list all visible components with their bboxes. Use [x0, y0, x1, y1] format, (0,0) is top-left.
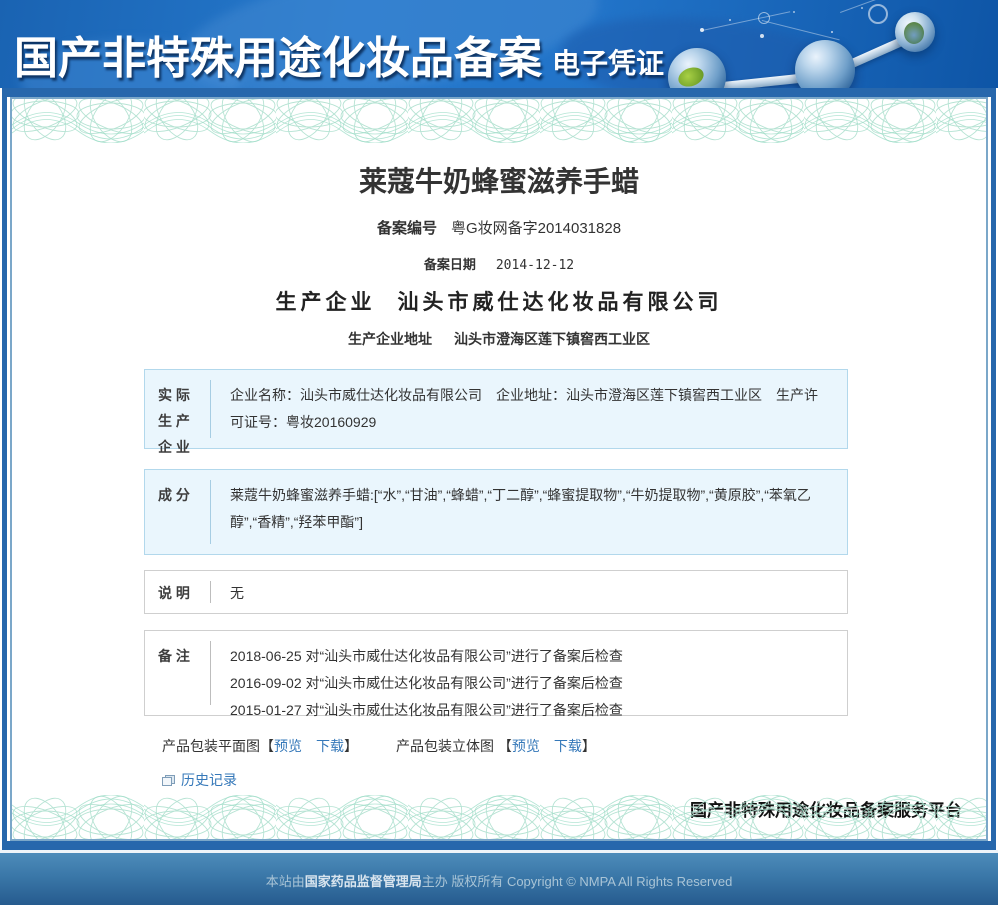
record-number-value: 粤G妆网备字2014031828	[450, 220, 622, 237]
packaging-stereo-download-link[interactable]: 下载	[554, 738, 582, 754]
bracket: 【	[260, 738, 274, 754]
row-content: 2018-06-25 对“汕头市威仕达化妆品有限公司”进行了备案后检查 2016…	[211, 631, 847, 718]
manufacturer-address-line: 生产企业地址 汕头市澄海区莲下镇窖西工业区	[12, 329, 986, 349]
packaging-links-line: 产品包装平面图【预览 下载】 产品包装立体图 【预览 下载】	[162, 736, 986, 756]
remark-line: 2018-06-25 对“汕头市威仕达化妆品有限公司”进行了备案后检查	[230, 648, 623, 664]
history-windows-icon	[162, 775, 175, 786]
manufacturer-line: 生产企业 汕头市威仕达化妆品有限公司	[12, 286, 986, 316]
record-date-line: 备案日期 2014-12-12	[12, 254, 986, 273]
bracket: 】	[581, 738, 596, 754]
row-label: 说 明	[158, 585, 190, 601]
product-name: 莱蔻牛奶蜂蜜滋养手蜡	[358, 166, 639, 197]
footer-org-name: 国家药品监督管理局	[304, 874, 422, 889]
constellation-dots	[700, 28, 704, 32]
record-number-line: 备案编号 粤G妆网备字2014031828	[12, 217, 986, 238]
bracket: 】	[344, 738, 358, 754]
packaging-flat-download-link[interactable]: 下载	[316, 738, 344, 754]
history-line: 历史记录	[162, 770, 986, 790]
guilloche-top-border	[12, 99, 986, 143]
row-label: 实 际 生 产 企 业	[158, 387, 190, 455]
footer-prefix: 本站由	[265, 874, 305, 889]
table-row-remarks: 备 注 2018-06-25 对“汕头市威仕达化妆品有限公司”进行了备案后检查 …	[144, 630, 848, 718]
certificate-panel: 莱蔻牛奶蜂蜜滋养手蜡 备案编号 粤G妆网备字2014031828 备案日期 2014…	[10, 97, 988, 841]
manufacturer-name: 汕头市威仕达化妆品有限公司	[397, 290, 723, 314]
banner-subtitle: 电子凭证	[552, 48, 665, 79]
packaging-flat-label: 产品包装平面图	[162, 738, 260, 754]
packaging-stereo-preview-link[interactable]: 预览	[512, 738, 540, 754]
molecule-sphere-icon	[895, 12, 935, 52]
row-content: 无	[230, 585, 244, 601]
banner: 国产非特殊用途化妆品备案 电子凭证	[0, 0, 998, 88]
footer-copyright: 本站由国家药品监督管理局主办 版权所有 Copyright © NMPA All…	[0, 853, 998, 890]
table-row-ingredients: 成 分 莱蔻牛奶蜂蜜滋养手蜡:[“水”,“甘油”,“蜂蜡”,“丁二醇”,“蜂蜜提…	[144, 469, 848, 555]
footer-suffix: 主办 版权所有 Copyright © NMPA All Rights Rese…	[421, 874, 733, 889]
footer: 本站由国家药品监督管理局主办 版权所有 Copyright © NMPA All…	[0, 850, 998, 905]
bubble-icon	[758, 12, 770, 24]
row-content: 莱蔻牛奶蜂蜜滋养手蜡:[“水”,“甘油”,“蜂蜡”,“丁二醇”,“蜂蜜提取物”,…	[230, 487, 811, 530]
bubble-icon	[868, 4, 888, 24]
row-content: 企业名称：汕头市威仕达化妆品有限公司 企业地址：汕头市澄海区莲下镇窖西工业区 生…	[230, 387, 818, 430]
history-record-link[interactable]: 历史记录	[181, 772, 237, 788]
manufacturer-label: 生产企业	[275, 290, 376, 314]
molecule-sphere-icon	[795, 40, 855, 88]
row-label: 备 注	[158, 648, 190, 664]
row-label: 成 分	[158, 487, 190, 503]
certificate-frame: 莱蔻牛奶蜂蜜滋养手蜡 备案编号 粤G妆网备字2014031828 备案日期 2014…	[2, 88, 996, 850]
record-date-value: 2014-12-12	[495, 258, 575, 273]
packaging-flat-preview-link[interactable]: 预览	[274, 738, 302, 754]
table-row-actual-manufacturer: 实 际 生 产 企 业 企业名称：汕头市威仕达化妆品有限公司 企业地址：汕头市澄…	[144, 369, 848, 455]
manufacturer-address-label: 生产企业地址	[348, 331, 432, 347]
banner-main-title: 国产非特殊用途化妆品备案	[14, 34, 542, 83]
packaging-stereo-label: 产品包装立体图	[396, 738, 494, 754]
table-row-notes: 说 明 无	[144, 570, 848, 614]
remark-line: 2016-09-02 对“汕头市威仕达化妆品有限公司”进行了备案后检查	[230, 675, 623, 691]
manufacturer-address-value: 汕头市澄海区莲下镇窖西工业区	[454, 331, 650, 347]
remark-line: 2015-01-27 对“汕头市威仕达化妆品有限公司”进行了备案后检查	[230, 702, 623, 718]
bracket: 【	[497, 738, 512, 754]
record-date-label: 备案日期	[423, 257, 476, 272]
page-title: 国产非特殊用途化妆品备案 电子凭证	[14, 22, 664, 86]
record-number-label: 备案编号	[376, 220, 437, 237]
guilloche-bottom-border	[12, 795, 986, 839]
